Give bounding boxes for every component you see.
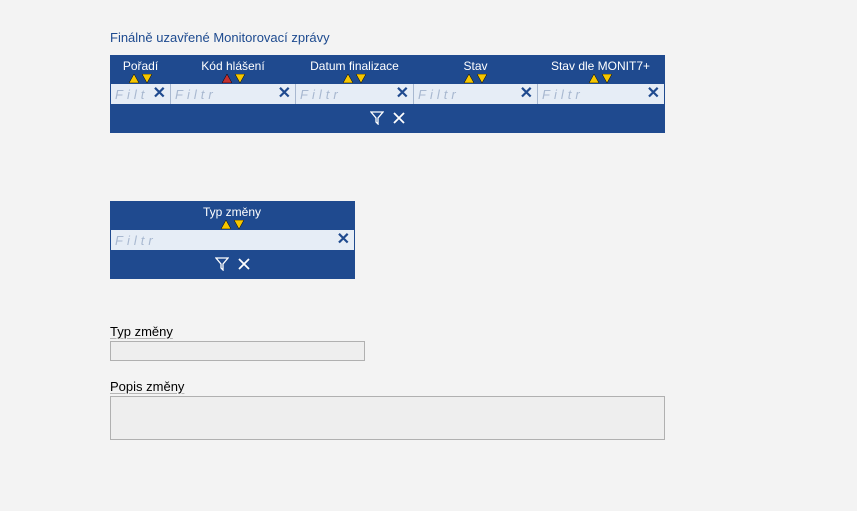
grid1-toolbar — [111, 104, 664, 132]
column-header[interactable]: Kód hlášení — [171, 56, 296, 84]
column-label: Datum finalizace — [310, 59, 399, 73]
close-icon[interactable]: ✕ — [643, 86, 664, 102]
grid2-toolbar — [111, 250, 354, 278]
filter-input[interactable] — [414, 84, 516, 104]
sort-desc-icon[interactable] — [477, 74, 487, 83]
sort-icons — [113, 74, 168, 83]
clear-filter-icon[interactable] — [237, 257, 251, 271]
sort-icons — [113, 220, 351, 229]
sort-asc-icon[interactable] — [589, 74, 599, 83]
filter-cell: ✕ — [296, 84, 414, 104]
grid2-header-row: Typ změny — [111, 202, 354, 230]
closed-reports-grid: Pořadí Kód hlášení Datum finalizace Stav Sta… — [110, 55, 665, 133]
sort-desc-icon[interactable] — [356, 74, 366, 83]
sort-asc-icon[interactable] — [464, 74, 474, 83]
funnel-icon[interactable] — [370, 111, 384, 125]
column-label: Kód hlášení — [201, 59, 264, 73]
filter-input[interactable] — [171, 84, 274, 104]
change-type-grid: Typ změny ✕ — [110, 201, 355, 279]
filter-cell: ✕ — [111, 84, 171, 104]
sort-desc-icon[interactable] — [602, 74, 612, 83]
filter-input[interactable] — [111, 84, 149, 104]
popis-zmeny-field[interactable] — [110, 396, 665, 440]
close-icon[interactable]: ✕ — [274, 86, 295, 102]
grid1-filter-row: ✕ ✕ ✕ ✕ ✕ — [111, 84, 664, 104]
filter-input[interactable] — [111, 230, 333, 250]
sort-asc-icon[interactable] — [222, 74, 232, 83]
filter-cell: ✕ — [538, 84, 664, 104]
close-icon[interactable]: ✕ — [392, 86, 413, 102]
close-icon[interactable]: ✕ — [149, 86, 170, 102]
sort-asc-icon[interactable] — [129, 74, 139, 83]
column-label: Pořadí — [123, 59, 158, 73]
column-label: Typ změny — [203, 205, 261, 219]
sort-desc-icon[interactable] — [235, 74, 245, 83]
filter-cell: ✕ — [414, 84, 538, 104]
sort-desc-icon[interactable] — [142, 74, 152, 83]
column-header[interactable]: Pořadí — [111, 56, 171, 84]
typ-zmeny-label: Typ změny — [110, 324, 857, 339]
filter-input[interactable] — [538, 84, 643, 104]
clear-filter-icon[interactable] — [392, 111, 406, 125]
column-header[interactable]: Typ změny — [111, 202, 354, 230]
grid1-header-row: Pořadí Kód hlášení Datum finalizace Stav Sta… — [111, 56, 664, 84]
sort-desc-icon[interactable] — [234, 220, 244, 229]
typ-zmeny-field[interactable] — [110, 341, 365, 361]
column-label: Stav dle MONIT7+ — [551, 59, 650, 73]
close-icon[interactable]: ✕ — [333, 232, 354, 248]
filter-cell: ✕ — [111, 230, 354, 250]
funnel-icon[interactable] — [215, 257, 229, 271]
sort-icons — [540, 74, 661, 83]
sort-asc-icon[interactable] — [221, 220, 231, 229]
sort-icons — [173, 74, 293, 83]
section-title: Finálně uzavřené Monitorovací zprávy — [110, 30, 857, 45]
form-area: Typ změny Popis změny — [110, 324, 857, 443]
sort-icons — [416, 74, 535, 83]
column-header[interactable]: Datum finalizace — [296, 56, 414, 84]
grid2-filter-row: ✕ — [111, 230, 354, 250]
filter-input[interactable] — [296, 84, 392, 104]
column-header[interactable]: Stav — [414, 56, 538, 84]
column-header[interactable]: Stav dle MONIT7+ — [538, 56, 664, 84]
filter-cell: ✕ — [171, 84, 296, 104]
popis-zmeny-label: Popis změny — [110, 379, 857, 394]
sort-asc-icon[interactable] — [343, 74, 353, 83]
column-label: Stav — [463, 59, 487, 73]
sort-icons — [298, 74, 411, 83]
close-icon[interactable]: ✕ — [516, 86, 537, 102]
